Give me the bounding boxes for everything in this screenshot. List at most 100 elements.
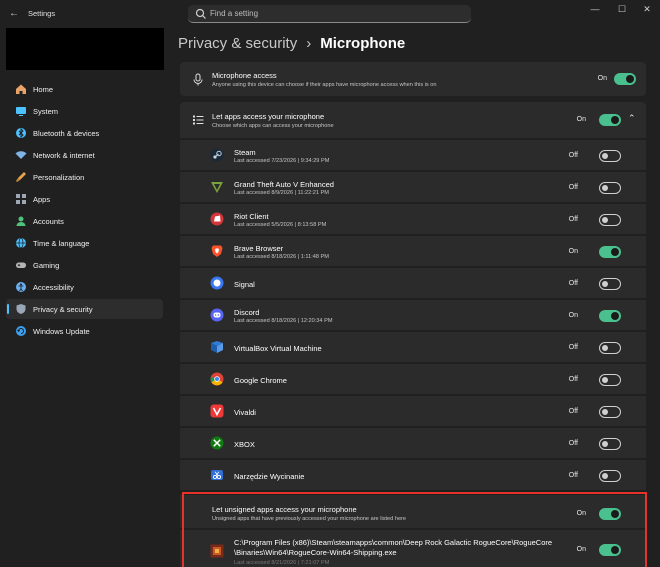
app-toggle[interactable] (599, 342, 621, 354)
let-apps-access-desc: Choose which apps can access your microp… (212, 123, 334, 129)
app-toggle[interactable] (599, 150, 621, 162)
maximize-button[interactable]: ☐ (611, 2, 633, 16)
sidebar-item-bluetooth[interactable]: Bluetooth & devices (6, 123, 163, 143)
app-toggle[interactable] (599, 182, 621, 194)
sidebar-item-time-language[interactable]: Time & language (6, 233, 163, 253)
app-row-google-chrome: Google Chrome Off (180, 363, 646, 394)
list-settings-icon (193, 115, 204, 125)
app-title: Settings (28, 9, 56, 18)
app-toggle[interactable] (599, 470, 621, 482)
app-toggle[interactable] (599, 214, 621, 226)
sidebar-item-label: Accounts (33, 217, 64, 226)
app-toggle[interactable] (599, 246, 621, 258)
steam-icon (210, 148, 224, 162)
page-title: Microphone (320, 34, 406, 52)
app-toggle[interactable] (599, 278, 621, 290)
profile-card[interactable] (6, 28, 164, 70)
back-arrow-icon[interactable]: ← (8, 7, 20, 21)
app-toggle-state: Off (568, 216, 578, 223)
app-toggle[interactable] (599, 438, 621, 450)
app-toggle-state: Off (568, 152, 578, 159)
sidebar-item-label: Gaming (33, 261, 60, 270)
app-name: Narzędzie Wycinanie (234, 472, 305, 481)
highlight-box (182, 492, 647, 567)
brush-icon (16, 172, 26, 182)
search-box[interactable] (188, 5, 471, 23)
chrome-icon (210, 372, 224, 386)
app-toggle[interactable] (599, 374, 621, 386)
sidebar-item-gaming[interactable]: Gaming (6, 255, 163, 275)
xbox-icon (210, 436, 224, 450)
app-last-accessed: Last accessed 7/23/2026 | 9:34:29 PM (234, 158, 330, 164)
sidebar-item-home[interactable]: Home (6, 79, 163, 99)
app-toggle-state: Off (568, 408, 578, 415)
app-toggle-state: Off (568, 376, 578, 383)
close-button[interactable]: ✕ (636, 2, 658, 16)
app-toggle-state: Off (568, 344, 578, 351)
search-input[interactable] (210, 6, 460, 21)
update-icon (16, 326, 26, 336)
sidebar: Home System Bluetooth & devices Network … (0, 28, 172, 567)
title-bar: ← Settings — ☐ ✕ (0, 0, 660, 28)
app-toggle-state: Off (568, 184, 578, 191)
app-row-riot-client: Riot Client Last accessed 5/5/2026 | 8:1… (180, 203, 646, 234)
app-row-gta: Grand Theft Auto V Enhanced Last accesse… (180, 171, 646, 202)
app-name: Grand Theft Auto V Enhanced (234, 180, 334, 189)
app-name: Riot Client (234, 212, 269, 221)
microphone-access-state: On (597, 75, 607, 82)
app-toggle[interactable] (599, 310, 621, 322)
sidebar-item-label: Windows Update (33, 327, 90, 336)
home-icon (16, 84, 26, 94)
sidebar-item-network[interactable]: Network & internet (6, 145, 163, 165)
microphone-access-card: Microphone access Anyone using this devi… (180, 62, 646, 96)
app-name: Vivaldi (234, 408, 256, 417)
app-last-accessed: Last accessed 8/18/2026 | 1:11:48 PM (234, 254, 329, 260)
sidebar-item-label: System (33, 107, 59, 116)
app-name: Google Chrome (234, 376, 287, 385)
app-row-steam: Steam Last accessed 7/23/2026 | 9:34:29 … (180, 139, 646, 170)
vivaldi-icon (210, 404, 224, 418)
sidebar-item-windows-update[interactable]: Windows Update (6, 321, 163, 341)
sidebar-item-personalization[interactable]: Personalization (6, 167, 163, 187)
app-name: Brave Browser (234, 244, 284, 253)
let-apps-access-title: Let apps access your microphone (212, 112, 325, 121)
app-row-snipping-tool: Narzędzie Wycinanie Off (180, 459, 646, 490)
sidebar-item-apps[interactable]: Apps (6, 189, 163, 209)
sidebar-item-accessibility[interactable]: Accessibility (6, 277, 163, 297)
app-name: VirtualBox Virtual Machine (234, 344, 322, 353)
let-apps-access-card[interactable]: Let apps access your microphone Choose w… (180, 102, 646, 138)
virtualbox-icon (211, 341, 223, 353)
sidebar-item-label: Privacy & security (33, 305, 93, 314)
app-name: XBOX (234, 440, 255, 449)
sidebar-item-accounts[interactable]: Accounts (6, 211, 163, 231)
app-row-discord: Discord Last accessed 8/18/2026 | 12:20:… (180, 299, 646, 330)
shield-icon (16, 304, 26, 314)
app-name: Steam (234, 148, 256, 157)
person-icon (16, 216, 26, 226)
sidebar-item-privacy-security[interactable]: Privacy & security (6, 299, 163, 319)
breadcrumb: Privacy & security › Microphone (178, 33, 405, 53)
app-toggle-state: On (568, 312, 578, 319)
app-toggle[interactable] (599, 406, 621, 418)
sidebar-item-label: Time & language (33, 239, 90, 248)
app-name: Discord (234, 308, 260, 317)
monitor-icon (16, 107, 26, 116)
app-toggle-state: Off (568, 280, 578, 287)
brave-icon (211, 245, 223, 257)
snipping-icon (211, 470, 223, 480)
minimize-button[interactable]: — (584, 2, 606, 16)
breadcrumb-parent[interactable]: Privacy & security (178, 35, 297, 52)
microphone-access-desc: Anyone using this device can choose if t… (212, 82, 437, 88)
sidebar-item-system[interactable]: System (6, 101, 163, 121)
app-row-virtualbox: VirtualBox Virtual Machine Off (180, 331, 646, 362)
chevron-up-icon[interactable]: ⌃ (628, 113, 636, 124)
app-toggle-state: On (568, 248, 578, 255)
app-name: Signal (234, 280, 255, 289)
microphone-access-toggle[interactable] (614, 73, 636, 85)
let-apps-access-toggle[interactable] (599, 114, 621, 126)
breadcrumb-separator: › (306, 34, 312, 52)
sidebar-item-label: Home (33, 85, 54, 94)
microphone-icon (193, 73, 203, 86)
globe-icon (16, 237, 26, 249)
bluetooth-icon (16, 127, 26, 139)
